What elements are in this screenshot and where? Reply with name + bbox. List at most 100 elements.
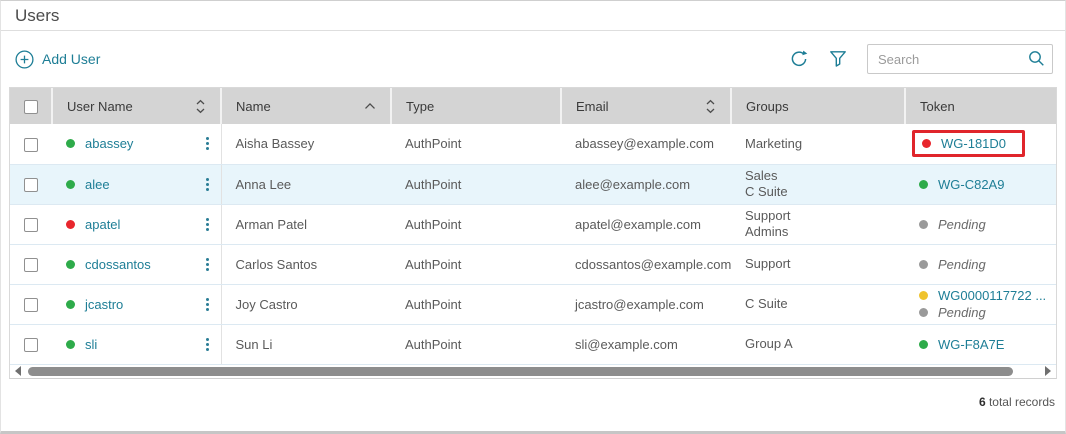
type-cell: AuthPoint xyxy=(391,244,561,284)
table-row: jcastro Joy Castro AuthPoint jcastro@exa… xyxy=(10,284,1056,324)
groups-cell: C Suite xyxy=(731,284,905,324)
user-status-icon xyxy=(66,260,75,269)
email-cell: abassey@example.com xyxy=(561,124,731,164)
row-checkbox[interactable] xyxy=(24,258,38,272)
name-cell: Carlos Santos xyxy=(221,244,391,284)
filter-icon[interactable] xyxy=(829,50,847,68)
token-status-icon xyxy=(919,340,928,349)
refresh-icon[interactable] xyxy=(789,49,809,69)
user-status-icon xyxy=(66,220,75,229)
row-checkbox[interactable] xyxy=(24,298,38,312)
plus-circle-icon xyxy=(15,50,34,69)
token-link[interactable]: WG0000117722 ... xyxy=(938,287,1046,304)
token-link[interactable]: WG-181D0 xyxy=(941,136,1006,151)
name-cell: Sun Li xyxy=(221,324,391,364)
kebab-menu-icon[interactable] xyxy=(204,176,211,193)
row-checkbox[interactable] xyxy=(24,178,38,192)
table-row: cdossantos Carlos Santos AuthPoint cdoss… xyxy=(10,244,1056,284)
token-status-icon xyxy=(919,291,928,300)
add-user-label: Add User xyxy=(42,51,100,67)
user-status-icon xyxy=(66,139,75,148)
email-cell: alee@example.com xyxy=(561,164,731,204)
username-link[interactable]: cdossantos xyxy=(85,257,151,272)
scroll-right-arrow[interactable] xyxy=(1045,366,1051,376)
groups-cell: SupportAdmins xyxy=(731,204,905,244)
username-link[interactable]: apatel xyxy=(85,217,120,232)
token-link[interactable]: WG-F8A7E xyxy=(938,336,1004,353)
token-cell: Pending xyxy=(905,244,1056,284)
token-status-icon xyxy=(919,308,928,317)
user-status-icon xyxy=(66,300,75,309)
token-cell: Pending xyxy=(905,204,1056,244)
name-cell: Aisha Bassey xyxy=(221,124,391,164)
row-checkbox[interactable] xyxy=(24,138,38,152)
select-all-checkbox[interactable] xyxy=(24,100,38,114)
token-cell: WG0000117722 ... Pending xyxy=(905,284,1056,324)
records-summary: 6 total records xyxy=(1,379,1065,409)
username-link[interactable]: sli xyxy=(85,337,97,352)
row-checkbox[interactable] xyxy=(24,218,38,232)
name-cell: Arman Patel xyxy=(221,204,391,244)
groups-cell: SalesC Suite xyxy=(731,164,905,204)
scrollbar-track[interactable] xyxy=(28,367,1038,376)
type-cell: AuthPoint xyxy=(391,284,561,324)
kebab-menu-icon[interactable] xyxy=(204,135,211,152)
title-bar: Users xyxy=(1,1,1065,31)
users-table: User Name Name Type Email xyxy=(9,87,1057,379)
toolbar-right xyxy=(789,44,1053,74)
table-row: abassey Aisha Bassey AuthPoint abassey@e… xyxy=(10,124,1056,164)
token-cell: WG-F8A7E xyxy=(905,324,1056,364)
type-cell: AuthPoint xyxy=(391,124,561,164)
token-cell: WG-181D0 xyxy=(905,124,1056,164)
table-row: alee Anna Lee AuthPoint alee@example.com… xyxy=(10,164,1056,204)
table-row: apatel Arman Patel AuthPoint apatel@exam… xyxy=(10,204,1056,244)
groups-cell: Group A xyxy=(731,324,905,364)
kebab-menu-icon[interactable] xyxy=(204,336,211,353)
type-cell: AuthPoint xyxy=(391,164,561,204)
kebab-menu-icon[interactable] xyxy=(204,256,211,273)
header-checkbox-cell xyxy=(10,88,52,124)
scroll-left-arrow[interactable] xyxy=(15,366,21,376)
horizontal-scrollbar[interactable] xyxy=(10,365,1056,378)
username-link[interactable]: abassey xyxy=(85,136,133,151)
add-user-button[interactable]: Add User xyxy=(15,50,100,69)
sort-updown-icon[interactable] xyxy=(195,99,206,114)
type-cell: AuthPoint xyxy=(391,204,561,244)
toolbar: Add User xyxy=(1,33,1065,85)
header-type[interactable]: Type xyxy=(391,88,561,124)
page-title: Users xyxy=(15,6,59,25)
kebab-menu-icon[interactable] xyxy=(204,216,211,233)
groups-cell: Support xyxy=(731,244,905,284)
header-name[interactable]: Name xyxy=(221,88,391,124)
token-pending-label: Pending xyxy=(938,256,986,273)
token-status-icon xyxy=(919,260,928,269)
header-username[interactable]: User Name xyxy=(52,88,221,124)
token-link[interactable]: WG-C82A9 xyxy=(938,176,1004,193)
sort-updown-icon[interactable] xyxy=(705,99,716,114)
token-pending-label: Pending xyxy=(938,216,986,233)
token-cell: WG-C82A9 xyxy=(905,164,1056,204)
user-status-icon xyxy=(66,340,75,349)
kebab-menu-icon[interactable] xyxy=(204,296,211,313)
email-cell: sli@example.com xyxy=(561,324,731,364)
total-records-label: total records xyxy=(989,395,1055,409)
sort-asc-icon[interactable] xyxy=(364,102,376,110)
search-box xyxy=(867,44,1053,74)
header-token[interactable]: Token xyxy=(905,88,1056,124)
username-link[interactable]: alee xyxy=(85,177,110,192)
total-records-count: 6 xyxy=(979,395,986,409)
token-pending-label: Pending xyxy=(938,304,986,321)
name-cell: Joy Castro xyxy=(221,284,391,324)
search-input[interactable] xyxy=(867,44,1053,74)
token-status-icon xyxy=(922,139,931,148)
header-groups[interactable]: Groups xyxy=(731,88,905,124)
scrollbar-thumb[interactable] xyxy=(28,367,1013,376)
table-row: sli Sun Li AuthPoint sli@example.com Gro… xyxy=(10,324,1056,364)
row-checkbox[interactable] xyxy=(24,338,38,352)
users-page: Users Add User xyxy=(0,0,1066,434)
name-cell: Anna Lee xyxy=(221,164,391,204)
search-icon[interactable] xyxy=(1028,50,1045,67)
groups-cell: Marketing xyxy=(731,124,905,164)
header-email[interactable]: Email xyxy=(561,88,731,124)
username-link[interactable]: jcastro xyxy=(85,297,123,312)
